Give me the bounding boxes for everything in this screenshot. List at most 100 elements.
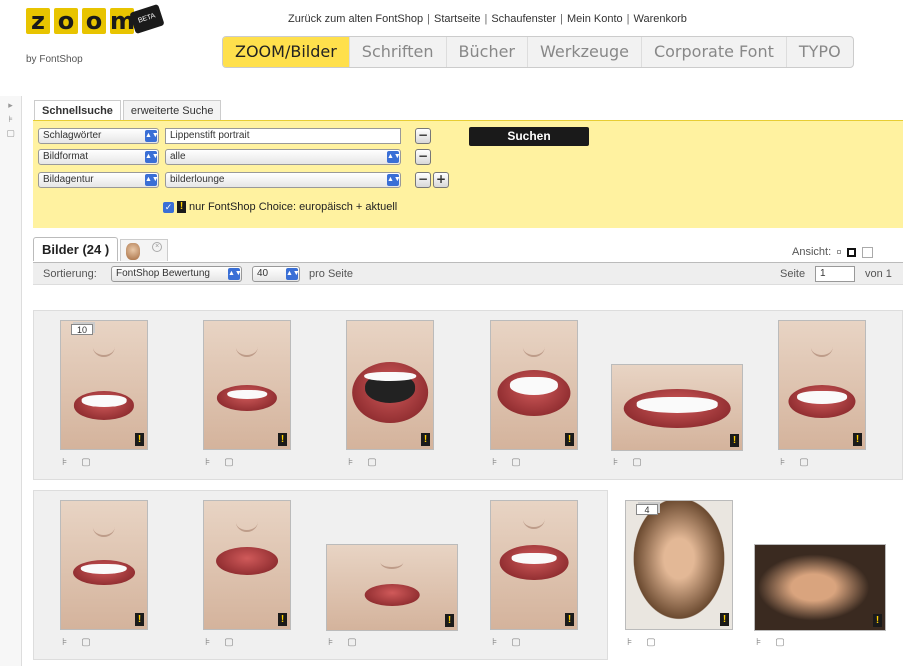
nav-tab-buecher[interactable]: Bücher xyxy=(447,37,529,67)
cart-icon[interactable]: ⊧ xyxy=(348,457,353,468)
nav-tab-typo[interactable]: TYPO xyxy=(787,37,853,67)
lightbox-icon[interactable]: ▢ xyxy=(799,457,808,468)
field-select[interactable]: Bildagentur ▲▼ xyxy=(38,172,159,188)
link-mein-konto[interactable]: Mein Konto xyxy=(567,13,623,25)
image-thumbnail[interactable]: ! xyxy=(203,320,291,450)
thumb-actions: ⊧ ▢ xyxy=(205,457,234,468)
view-large-icon[interactable] xyxy=(862,246,874,258)
lightbox-icon[interactable]: ▢ xyxy=(81,637,90,648)
keyword-input[interactable]: Lippenstift portrait xyxy=(165,128,401,144)
lightbox-icon[interactable]: ▢ xyxy=(632,457,641,468)
nav-tab-corporate-font[interactable]: Corporate Font xyxy=(642,37,787,67)
thumb-actions: ⊧ ▢ xyxy=(627,637,656,648)
image-thumbnail[interactable]: ! xyxy=(60,500,148,630)
lightbox-icon[interactable]: ▢ xyxy=(646,637,655,648)
image-thumbnail[interactable]: ! xyxy=(778,320,866,450)
image-thumbnail[interactable]: ! xyxy=(203,500,291,630)
remove-row-button[interactable]: − xyxy=(415,172,431,188)
cart-icon[interactable]: ⊧ xyxy=(5,114,17,124)
per-page-select[interactable]: 40 ▲▼ xyxy=(252,266,300,282)
top-links: Zurück zum alten FontShop | Startseite | Sch… xyxy=(288,13,687,25)
lightbox-icon[interactable]: ▢ xyxy=(775,637,784,648)
image-thumbnail[interactable]: ! xyxy=(326,544,458,631)
nav-tab-schriften[interactable]: Schriften xyxy=(350,37,447,67)
close-tab-icon[interactable]: × xyxy=(152,242,163,252)
thumb-actions: ⊧ ▢ xyxy=(62,637,91,648)
fontshop-choice-icon: ! xyxy=(278,613,287,626)
choice-checkbox[interactable]: ✓ xyxy=(163,201,174,213)
lightbox-icon[interactable]: ▢ xyxy=(5,128,17,138)
tab-bilder-results[interactable]: Bilder (24 ) xyxy=(33,237,119,261)
search-button[interactable]: Suchen xyxy=(469,127,589,146)
cart-icon[interactable]: ⊧ xyxy=(780,457,785,468)
select-arrow-icon: ▲▼ xyxy=(286,268,299,280)
cart-icon[interactable]: ⊧ xyxy=(627,637,632,648)
add-row-button[interactable]: + xyxy=(433,172,449,188)
cart-icon[interactable]: ⊧ xyxy=(205,457,210,468)
view-medium-icon[interactable] xyxy=(847,247,857,257)
page-total: von 1 xyxy=(865,268,892,280)
image-thumbnail[interactable]: ! xyxy=(754,544,886,631)
cart-icon[interactable]: ⊧ xyxy=(756,637,761,648)
value-select[interactable]: bilderlounge ▲▼ xyxy=(165,172,401,188)
image-thumbnail[interactable]: 4 ! xyxy=(625,500,733,630)
fontshop-choice-icon: ! xyxy=(565,433,574,446)
lightbox-icon[interactable]: ▢ xyxy=(511,637,520,648)
page-label: Seite xyxy=(780,268,806,280)
logo-byline: by FontShop xyxy=(26,54,83,65)
thumb-actions: ⊧ ▢ xyxy=(613,457,642,468)
image-thumbnail[interactable]: ! xyxy=(490,500,578,630)
sort-select[interactable]: FontShop Bewertung ▲▼ xyxy=(111,266,242,282)
main-nav: ZOOM/Bilder Schriften Bücher Werkzeuge C… xyxy=(222,36,854,68)
cart-icon[interactable]: ⊧ xyxy=(492,457,497,468)
lightbox-icon[interactable]: ▢ xyxy=(511,457,520,468)
link-old-fontshop[interactable]: Zurück zum alten FontShop xyxy=(288,13,423,25)
link-schaufenster[interactable]: Schaufenster xyxy=(491,13,556,25)
thumb-actions: ⊧ ▢ xyxy=(62,457,91,468)
image-thumbnail[interactable]: ! xyxy=(490,320,578,450)
remove-row-button[interactable]: − xyxy=(415,149,431,165)
lightbox-icon[interactable]: ▢ xyxy=(81,457,90,468)
fontshop-choice-icon: ! xyxy=(135,433,144,446)
thumb-actions: ⊧ ▢ xyxy=(348,457,377,468)
image-thumbnail[interactable]: 10 ! xyxy=(60,320,148,450)
lightbox-icon[interactable]: ▢ xyxy=(367,457,376,468)
image-count-badge: 10 xyxy=(71,324,93,335)
cart-icon[interactable]: ⊧ xyxy=(613,457,618,468)
search-row: Bildagentur ▲▼ bilderlounge ▲▼ − + xyxy=(38,171,449,189)
fontshop-choice-option[interactable]: ✓ ! nur FontShop Choice: europäisch + ak… xyxy=(163,201,397,213)
expand-arrow-icon[interactable]: ▸ xyxy=(5,100,17,110)
cart-icon[interactable]: ⊧ xyxy=(492,637,497,648)
image-thumbnail[interactable]: ! xyxy=(611,364,743,451)
select-arrow-icon: ▲▼ xyxy=(145,130,158,142)
view-small-icon[interactable] xyxy=(837,250,842,254)
fontshop-choice-icon: ! xyxy=(873,614,882,627)
cart-icon[interactable]: ⊧ xyxy=(62,637,67,648)
cart-icon[interactable]: ⊧ xyxy=(328,637,333,648)
field-select[interactable]: Schlagwörter ▲▼ xyxy=(38,128,159,144)
tab-schnellsuche[interactable]: Schnellsuche xyxy=(34,100,121,120)
image-thumbnail[interactable]: ! xyxy=(346,320,434,450)
field-select[interactable]: Bildformat ▲▼ xyxy=(38,149,159,165)
view-label: Ansicht: xyxy=(792,246,832,258)
fontshop-choice-icon: ! xyxy=(853,433,862,446)
tab-saved-search[interactable]: × xyxy=(120,239,169,261)
page-input[interactable]: 1 xyxy=(815,266,855,282)
link-startseite[interactable]: Startseite xyxy=(434,13,480,25)
search-row: Bildformat ▲▼ alle ▲▼ − xyxy=(38,148,431,166)
lightbox-icon[interactable]: ▢ xyxy=(224,637,233,648)
zoom-logo[interactable]: z o o m BETA by FontShop xyxy=(26,3,176,68)
nav-tab-werkzeuge[interactable]: Werkzeuge xyxy=(528,37,642,67)
nav-tab-bilder[interactable]: ZOOM/Bilder xyxy=(223,37,350,67)
value-select[interactable]: alle ▲▼ xyxy=(165,149,401,165)
tab-erweiterte-suche[interactable]: erweiterte Suche xyxy=(122,100,222,120)
fontshop-choice-icon: ! xyxy=(177,201,186,213)
link-warenkorb[interactable]: Warenkorb xyxy=(634,13,687,25)
lightbox-icon[interactable]: ▢ xyxy=(347,637,356,648)
lightbox-icon[interactable]: ▢ xyxy=(224,457,233,468)
cart-icon[interactable]: ⊧ xyxy=(205,637,210,648)
side-rail: ▸ ⊧ ▢ xyxy=(0,96,22,666)
fontshop-choice-icon: ! xyxy=(730,434,739,447)
cart-icon[interactable]: ⊧ xyxy=(62,457,67,468)
remove-row-button[interactable]: − xyxy=(415,128,431,144)
